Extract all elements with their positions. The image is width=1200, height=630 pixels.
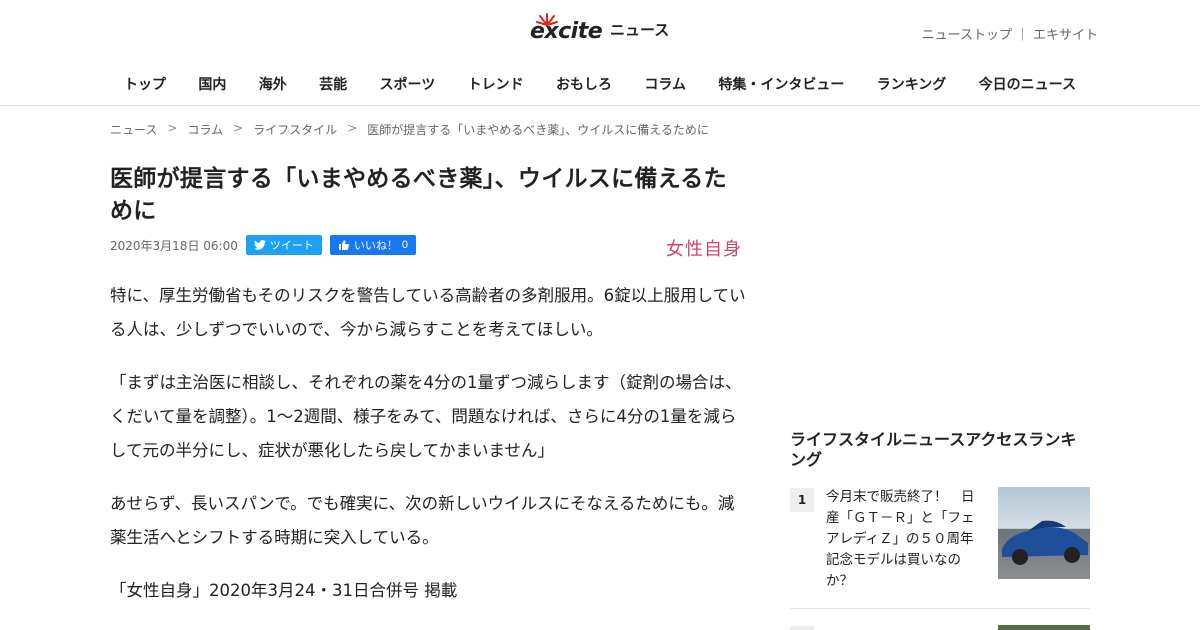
article: 医師が提言する「いまやめるべき薬」、ウイルスに備えるために 2020年3月18日…	[110, 163, 750, 627]
nav-entertainment[interactable]: 芸能	[319, 74, 347, 94]
top-link-news-top[interactable]: ニューストップ	[922, 24, 1012, 43]
article-title: 医師が提言する「いまやめるべき薬」、ウイルスに備えるために	[110, 166, 727, 224]
like-count: 0	[401, 239, 408, 251]
nav-trend[interactable]: トレンド	[468, 74, 524, 94]
ranking-thumbnail[interactable]	[998, 625, 1090, 630]
tweet-label: ツイート	[269, 240, 314, 252]
excite-news-logo[interactable]: excite ニュース	[530, 12, 669, 46]
nav-ranking[interactable]: ランキング	[877, 74, 947, 94]
like-button[interactable]: いいね！ 0	[329, 235, 416, 255]
ranking-item-title[interactable]: 今月末で販売終了！ 日産「ＧＴ－Ｒ」と「フェアレディＺ」の５０周年記念モデルは買…	[826, 487, 986, 608]
nav-feature-interview[interactable]: 特集・インタビュー	[718, 74, 844, 94]
ranking-number: 1	[790, 488, 814, 512]
site-header: excite ニュース ニューストップ ｜ エキサイト トップ 国内 海外 芸能…	[0, 0, 1200, 106]
car-image-icon	[1002, 520, 1088, 565]
article-date: 2020年3月18日 06:00	[110, 238, 238, 253]
top-link-excite[interactable]: エキサイト	[1033, 24, 1098, 43]
logo-news-label: ニュース	[610, 21, 670, 39]
nav-overseas[interactable]: 海外	[259, 74, 287, 94]
article-paragraph: あせらず、長いスパンで。でも確実に、次の新しいウイルスにそなえるためにも。減薬生…	[110, 494, 735, 547]
breadcrumb: ニュース > コラム > ライフスタイル > 医師が提言する「いまやめるべき薬」…	[110, 121, 709, 138]
article-body: 特に、厚生労働省もそのリスクを警告している高齢者の多剤服用。6錠以上服用している…	[110, 279, 750, 608]
ranking-thumbnail-car[interactable]	[998, 487, 1090, 579]
logo-text: excite	[530, 19, 603, 44]
top-link-divider: ｜	[1015, 28, 1029, 43]
nav-column[interactable]: コラム	[644, 74, 686, 94]
breadcrumb-news[interactable]: ニュース	[110, 121, 157, 138]
excite-logo-mark: excite	[530, 12, 604, 46]
nav-sports[interactable]: スポーツ	[380, 74, 436, 94]
article-meta: 2020年3月18日 06:00 ツイート いいね！ 0 女性自身	[110, 235, 750, 260]
nav-todays-news[interactable]: 今日のニュース	[979, 74, 1076, 94]
global-nav: トップ 国内 海外 芸能 スポーツ トレンド おもしろ コラム 特集・インタビュ…	[110, 74, 1090, 94]
breadcrumb-column[interactable]: コラム	[187, 121, 223, 138]
ranking-item-title[interactable]	[826, 625, 986, 630]
ranking-title: ライフスタイルニュースアクセスランキング	[790, 430, 1077, 469]
breadcrumb-separator: >	[347, 121, 358, 135]
breadcrumb-lifestyle[interactable]: ライフスタイル	[253, 121, 337, 138]
top-links: ニューストップ ｜ エキサイト	[922, 24, 1098, 43]
article-paragraph: 特に、厚生労働省もそのリスクを警告している高齢者の多剤服用。6錠以上服用している…	[110, 286, 746, 339]
breadcrumb-separator: >	[233, 121, 244, 135]
twitter-bird-icon	[253, 240, 266, 250]
ranking-item[interactable]: 1 今月末で販売終了！ 日産「ＧＴ－Ｒ」と「フェアレディＺ」の５０周年記念モデル…	[790, 487, 1090, 609]
tweet-button[interactable]: ツイート	[245, 235, 322, 255]
article-paragraph: 「女性自身」2020年3月24・31日合併号 掲載	[110, 581, 458, 600]
breadcrumb-current: 医師が提言する「いまやめるべき薬」、ウイルスに備えるために	[367, 123, 709, 137]
article-paragraph: 「まずは主治医に相談し、それぞれの薬を4分の1量ずつ減らします（錠剤の場合は、く…	[110, 373, 742, 460]
ranking-item[interactable]: 2	[790, 625, 1090, 630]
like-label: いいね！	[353, 240, 398, 252]
nav-top[interactable]: トップ	[124, 74, 166, 94]
nav-funny[interactable]: おもしろ	[556, 74, 612, 94]
breadcrumb-separator: >	[167, 121, 178, 135]
ranking-number: 2	[790, 626, 814, 630]
source-logo-josei-jishin[interactable]: 女性自身	[666, 235, 742, 261]
thumbs-up-icon	[338, 240, 349, 251]
sidebar-ranking: ライフスタイルニュースアクセスランキング 1 今月末で販売終了！ 日産「ＧＴ－Ｒ…	[790, 430, 1090, 630]
nav-domestic[interactable]: 国内	[198, 74, 226, 94]
